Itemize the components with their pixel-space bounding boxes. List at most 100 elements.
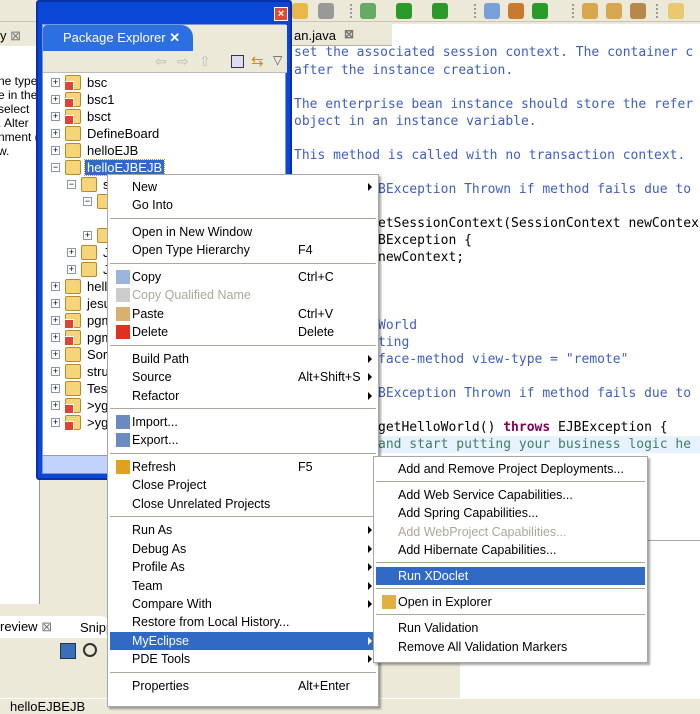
- menu-item-delete[interactable]: Delete Delete: [110, 323, 376, 341]
- tree-item[interactable]: + bsc1: [43, 92, 283, 109]
- code-text: The enterprise bean instance should stor…: [294, 97, 694, 112]
- new-class-icon[interactable]: [508, 3, 524, 19]
- menu-item-run-validation[interactable]: Run Validation: [376, 619, 645, 637]
- menu-item-remove-all-validation-markers[interactable]: Remove All Validation Markers: [376, 638, 645, 656]
- close-icon[interactable]: ⊠: [41, 619, 52, 634]
- debug-icon[interactable]: [360, 3, 376, 19]
- link-with-editor-icon[interactable]: ⇆: [251, 52, 264, 70]
- menu-item-label: Paste: [132, 306, 164, 321]
- expand-icon[interactable]: +: [51, 316, 60, 325]
- expand-icon[interactable]: +: [51, 350, 60, 359]
- project-folder-icon: [64, 75, 81, 91]
- open-icon[interactable]: [292, 3, 308, 19]
- expand-icon[interactable]: +: [67, 265, 76, 274]
- menu-item-run-as[interactable]: Run As: [110, 521, 376, 539]
- search-icon[interactable]: [606, 3, 622, 19]
- code-line: The enterprise bean instance should stor…: [294, 96, 693, 113]
- tree-item[interactable]: + bsct: [43, 109, 283, 126]
- submenu-arrow-icon: [368, 600, 372, 608]
- menu-item-open-in-new-window[interactable]: Open in New Window: [110, 223, 376, 241]
- save-icon[interactable]: [318, 3, 334, 19]
- expand-icon[interactable]: +: [51, 384, 60, 393]
- editor-tab[interactable]: an.java ⊠: [292, 24, 392, 46]
- menu-item-label: Copy: [132, 269, 162, 284]
- menu-item-export[interactable]: Export...: [110, 431, 376, 449]
- package-explorer-tab[interactable]: Package Explorer ✕: [43, 25, 193, 51]
- menu-item-label: Restore from Local History...: [132, 615, 290, 630]
- view-menu-icon[interactable]: ▽: [273, 53, 282, 67]
- menu-item-refresh[interactable]: Refresh F5: [110, 458, 376, 476]
- menu-item-build-path[interactable]: Build Path: [110, 350, 376, 368]
- menu-item-myeclipse[interactable]: MyEclipse: [110, 631, 376, 650]
- collapse-all-icon[interactable]: [231, 55, 244, 68]
- expand-icon[interactable]: +: [51, 112, 60, 121]
- menu-item-go-into[interactable]: Go Into: [110, 196, 376, 214]
- perspective-icon[interactable]: [668, 3, 684, 19]
- forward-icon[interactable]: ⇨: [177, 53, 189, 70]
- menu-item-add-web-service-capabilities[interactable]: Add Web Service Capabilities...: [376, 486, 645, 504]
- menu-item-run-xdoclet[interactable]: Run XDoclet: [376, 567, 645, 585]
- close-icon[interactable]: ✕: [169, 30, 180, 45]
- code-text: set the associated session context. The …: [294, 45, 694, 60]
- expand-icon[interactable]: +: [51, 401, 60, 410]
- expand-icon[interactable]: +: [51, 333, 60, 342]
- project-folder-icon: [64, 415, 81, 431]
- expand-icon[interactable]: +: [51, 78, 60, 87]
- expand-icon[interactable]: +: [67, 248, 76, 257]
- expand-icon[interactable]: +: [51, 418, 60, 427]
- menu-item-restore-from-local-history[interactable]: Restore from Local History...: [110, 613, 376, 631]
- tree-item[interactable]: + helloEJB: [43, 143, 283, 160]
- run-icon[interactable]: [396, 3, 412, 19]
- collapse-icon[interactable]: −: [67, 180, 76, 189]
- menu-item-close-project[interactable]: Close Project: [110, 476, 376, 494]
- menu-item-paste[interactable]: Paste Ctrl+V: [110, 305, 376, 323]
- menu-item-copy[interactable]: Copy Ctrl+C: [110, 268, 376, 286]
- menu-item-add-spring-capabilities[interactable]: Add Spring Capabilities...: [376, 504, 645, 522]
- collapse-icon[interactable]: −: [83, 197, 92, 206]
- collapse-icon[interactable]: −: [51, 163, 60, 172]
- menu-item-source[interactable]: Source Alt+Shift+S: [110, 368, 376, 386]
- up-icon[interactable]: ⇧: [199, 53, 211, 70]
- expand-icon[interactable]: +: [83, 231, 92, 240]
- code-text: and start putting your business logic he: [378, 437, 692, 452]
- expand-icon[interactable]: +: [51, 367, 60, 376]
- menu-item-properties[interactable]: Properties Alt+Enter: [110, 677, 376, 695]
- expand-icon[interactable]: +: [51, 129, 60, 138]
- menu-item-new[interactable]: New: [110, 178, 376, 196]
- menu-item-open-type-hierarchy[interactable]: Open Type Hierarchy F4: [110, 241, 376, 259]
- zoom-out-icon[interactable]: [83, 643, 97, 657]
- menu-item-team[interactable]: Team: [110, 577, 376, 595]
- expand-icon[interactable]: +: [51, 95, 60, 104]
- tree-item[interactable]: + bsc: [43, 75, 283, 92]
- expand-icon[interactable]: +: [51, 146, 60, 155]
- image-icon[interactable]: [60, 643, 76, 659]
- menu-item-pde-tools[interactable]: PDE Tools: [110, 650, 376, 668]
- menu-item-close-unrelated-projects[interactable]: Close Unrelated Projects: [110, 495, 376, 513]
- project-folder-icon: [81, 245, 97, 260]
- toolbar-separator: [656, 4, 658, 18]
- open-type-icon[interactable]: [582, 3, 598, 19]
- menu-item-open-in-explorer[interactable]: Open in Explorer: [376, 593, 645, 611]
- close-window-button[interactable]: ×: [274, 7, 288, 21]
- expand-icon[interactable]: +: [51, 282, 60, 291]
- menu-separator: [376, 614, 645, 616]
- menu-item-refactor[interactable]: Refactor: [110, 387, 376, 405]
- open-resource-icon[interactable]: [630, 3, 646, 19]
- toolbar-separator: [474, 4, 476, 18]
- expand-icon[interactable]: +: [51, 299, 60, 308]
- menu-item-add-and-remove-project-deployments[interactable]: Add and Remove Project Deployments...: [376, 460, 645, 478]
- menu-item-debug-as[interactable]: Debug As: [110, 540, 376, 558]
- close-icon[interactable]: ⊠: [10, 28, 21, 43]
- tree-item[interactable]: + DefineBoard: [43, 126, 283, 143]
- menu-item-compare-with[interactable]: Compare With: [110, 595, 376, 613]
- left-view-tab[interactable]: y ⊠: [0, 24, 40, 46]
- menu-item-profile-as[interactable]: Profile As: [110, 558, 376, 576]
- run-external-icon[interactable]: [432, 3, 448, 19]
- close-icon[interactable]: ⊠: [344, 27, 354, 41]
- menu-item-label: Add Hibernate Capabilities...: [398, 542, 557, 557]
- new-icon[interactable]: [532, 3, 548, 19]
- new-package-icon[interactable]: [484, 3, 500, 19]
- menu-item-import[interactable]: Import...: [110, 413, 376, 431]
- menu-item-add-hibernate-capabilities[interactable]: Add Hibernate Capabilities...: [376, 541, 645, 559]
- back-icon[interactable]: ⇦: [155, 53, 167, 70]
